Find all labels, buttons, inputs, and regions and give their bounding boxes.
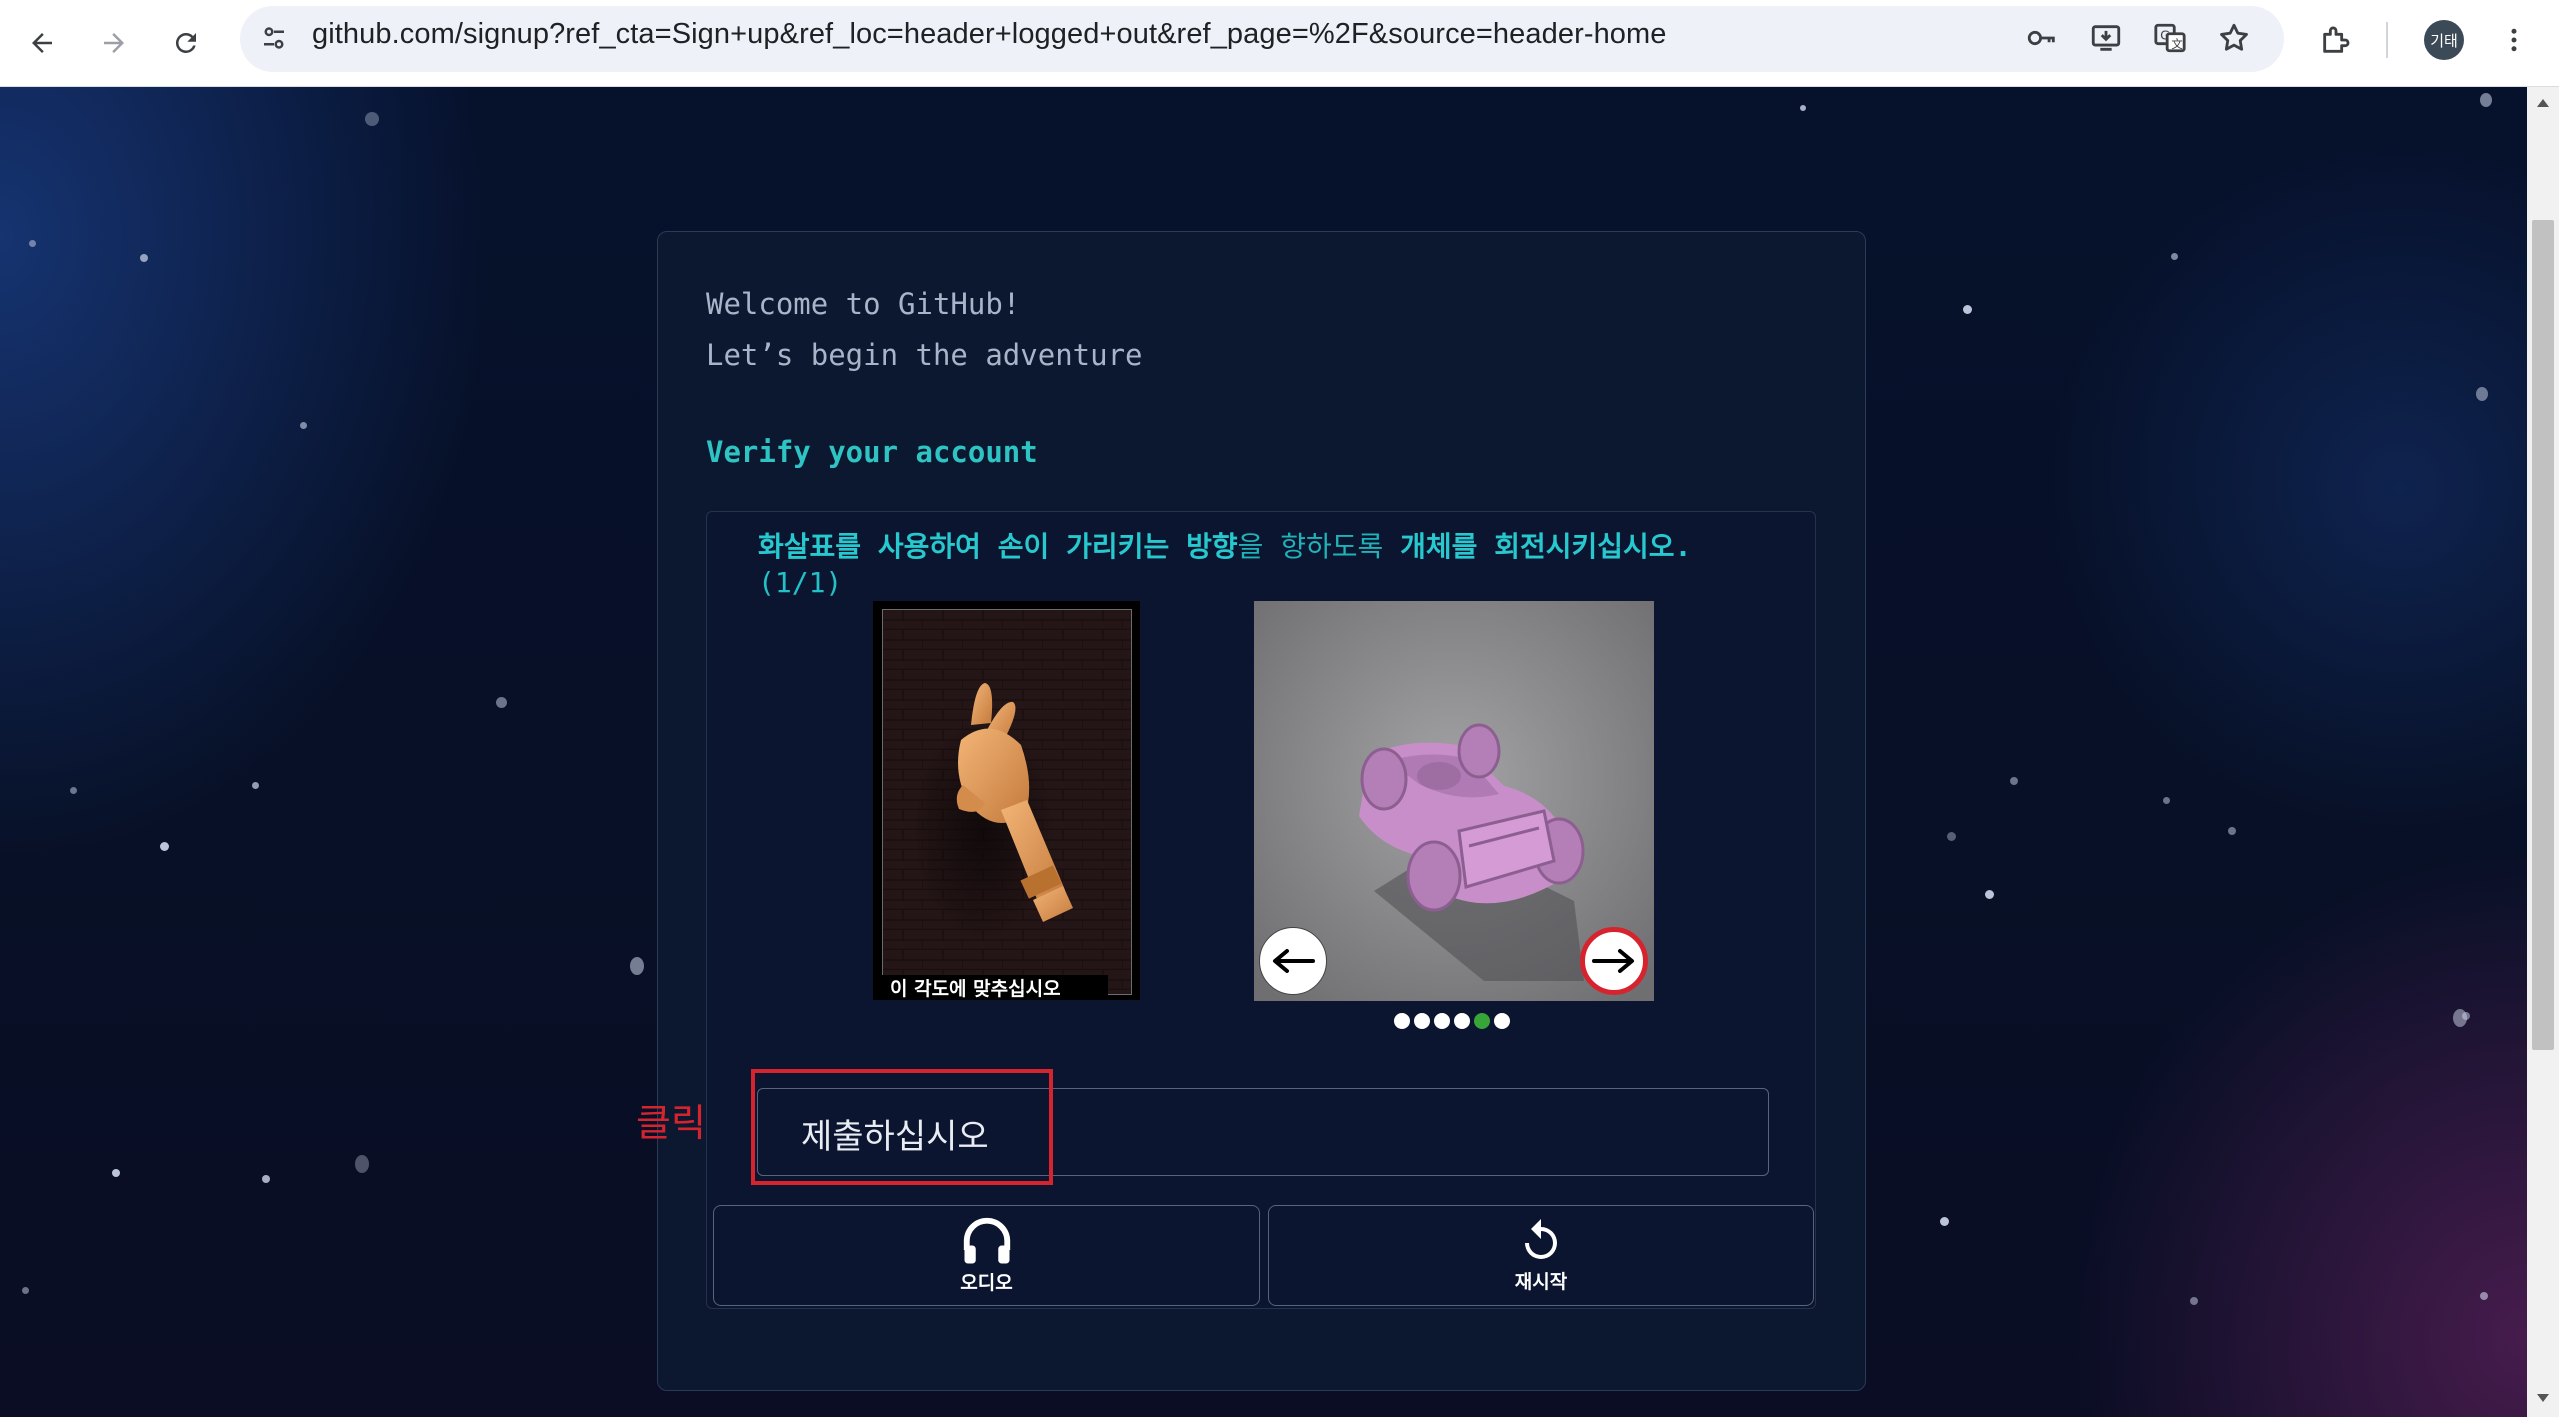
scrollbar-thumb[interactable] <box>2532 220 2554 1050</box>
headphones-icon <box>963 1217 1010 1264</box>
reference-hand-image <box>882 609 1132 995</box>
site-info-button[interactable] <box>256 20 292 56</box>
back-arrow-icon <box>32 33 52 53</box>
arrow-left-icon <box>1273 949 1315 973</box>
scroll-up-icon[interactable] <box>2535 97 2551 109</box>
star <box>1963 305 1972 314</box>
profile-avatar[interactable]: 기태 <box>2424 20 2464 60</box>
arrow-right-icon <box>1592 949 1634 973</box>
rotate-left-button[interactable] <box>1259 927 1327 995</box>
star <box>112 1169 120 1177</box>
star <box>2171 253 2178 260</box>
url-text[interactable]: github.com/signup?ref_cta=Sign+up&ref_lo… <box>312 18 1667 51</box>
star <box>2190 1297 2198 1305</box>
rotation-dot <box>1434 1013 1450 1029</box>
star <box>2163 797 2170 804</box>
install-app-icon[interactable] <box>2086 18 2126 58</box>
reference-caption: 이 각도에 맞추십시오 <box>882 975 1108 1000</box>
star <box>29 240 36 247</box>
reload-icon <box>175 32 196 53</box>
star <box>300 422 307 429</box>
forward-arrow-icon <box>104 33 124 53</box>
adventure-text: Let’s begin the adventure <box>706 338 1143 372</box>
extensions-puzzle-icon[interactable] <box>2314 18 2358 62</box>
svg-text:文: 文 <box>2171 37 2182 51</box>
star <box>1947 832 1956 841</box>
star <box>2010 777 2018 785</box>
rotation-position-dots <box>1394 1013 1510 1029</box>
translate-icon[interactable]: G文 <box>2150 18 2190 58</box>
welcome-text: Welcome to GitHub! <box>706 287 1021 321</box>
back-button[interactable] <box>18 19 66 67</box>
restart-button-label: 재시작 <box>1514 1271 1568 1293</box>
bookmark-star-icon[interactable] <box>2214 18 2254 58</box>
star <box>22 1287 29 1294</box>
star <box>160 842 169 851</box>
captcha-instruction: 화살표를 사용하여 손이 가리키는 방향을 향하도록 개체를 회전시키십시오. (… <box>758 529 1788 601</box>
click-annotation-box <box>751 1069 1053 1185</box>
restart-icon <box>1525 1219 1557 1259</box>
star <box>1985 890 1994 899</box>
audio-button-label: 오디오 <box>960 1272 1013 1294</box>
instruction-emphasis-2: 개체를 회전시키십시오. <box>1400 530 1692 563</box>
rotation-dot <box>1414 1013 1430 1029</box>
rotate-right-button[interactable] <box>1580 927 1648 995</box>
star <box>630 957 644 975</box>
star <box>2228 827 2236 835</box>
star <box>365 112 379 126</box>
rotation-dot <box>1474 1013 1490 1029</box>
tune-icon <box>264 27 284 49</box>
scroll-down-icon[interactable] <box>2535 1392 2551 1404</box>
star <box>70 787 77 794</box>
restart-button[interactable]: 재시작 <box>1268 1205 1814 1306</box>
toolbar-divider <box>2386 22 2388 58</box>
click-annotation-label: 클릭 <box>636 1101 706 1145</box>
rotation-dot <box>1494 1013 1510 1029</box>
verify-heading: Verify your account <box>706 435 1038 469</box>
instruction-connector: 을 향하도록 <box>1237 530 1401 563</box>
audio-button[interactable]: 오디오 <box>713 1205 1260 1306</box>
star <box>496 697 507 708</box>
star <box>2480 1292 2488 1300</box>
star <box>262 1175 270 1183</box>
forward-button[interactable] <box>90 19 138 67</box>
star <box>355 1155 369 1173</box>
rotation-dot <box>1394 1013 1410 1029</box>
star <box>2480 93 2492 107</box>
more-menu-icon[interactable] <box>2492 18 2536 62</box>
star <box>1940 1217 1949 1226</box>
star <box>1800 105 1806 111</box>
star <box>252 782 259 789</box>
captcha-progress: (1/1) <box>758 566 843 599</box>
reload-button[interactable] <box>162 19 210 67</box>
rotation-dot <box>1454 1013 1470 1029</box>
instruction-emphasis-1: 화살표를 사용하여 손이 가리키는 방향 <box>758 530 1238 563</box>
star <box>2462 1012 2470 1020</box>
star <box>2476 387 2488 401</box>
password-key-icon[interactable] <box>2022 18 2062 58</box>
star <box>140 254 148 262</box>
